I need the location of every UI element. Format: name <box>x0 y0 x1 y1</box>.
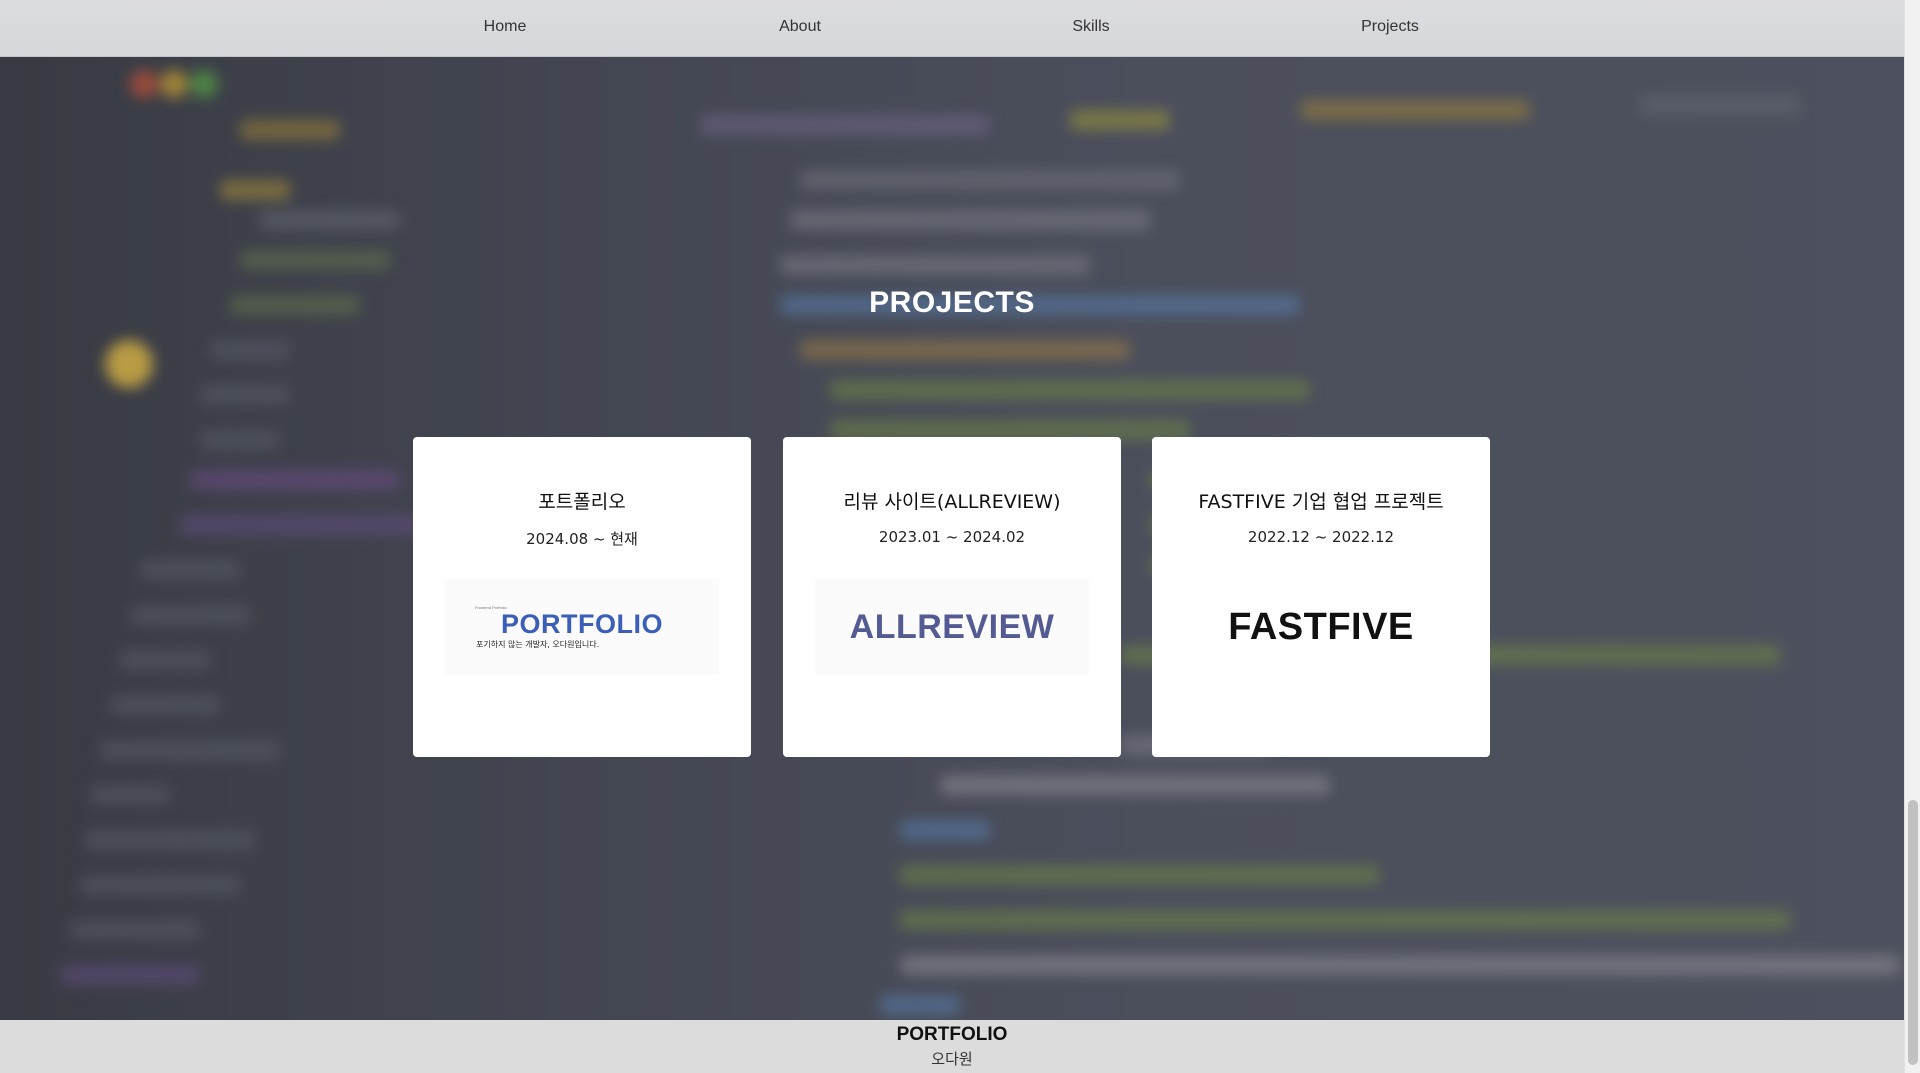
scrollbar-thumb[interactable] <box>1908 800 1918 1065</box>
allreview-logo: ALLREVIEW <box>815 579 1089 675</box>
fastfive-logo: FASTFIVE <box>1184 579 1458 675</box>
projects-section-title: PROJECTS <box>869 286 1035 319</box>
top-navigation: Home About Skills Projects <box>0 0 1904 57</box>
project-title: 포트폴리오 <box>538 491 626 513</box>
project-card-allreview[interactable]: 리뷰 사이트(ALLREVIEW) 2023.01 ~ 2024.02 ALLR… <box>783 437 1121 757</box>
portfolio-logo: Frontend Portfolio PORTFOLIO 포기하지 않는 개발자… <box>445 579 719 675</box>
project-date: 2022.12 ~ 2022.12 <box>1247 528 1395 546</box>
footer: PORTFOLIO 오다원 <box>0 1020 1904 1073</box>
portfolio-logo-subtitle: 포기하지 않는 개발자, 오다원입니다. <box>476 639 600 649</box>
footer-author-name: 오다원 <box>931 1050 973 1068</box>
nav-home[interactable]: Home <box>484 18 527 36</box>
project-date: 2023.01 ~ 2024.02 <box>878 528 1026 546</box>
fastfive-logo-text: FASTFIVE <box>1228 605 1414 648</box>
project-date: 2024.08 ~ 현재 <box>526 530 638 548</box>
nav-about[interactable]: About <box>779 18 821 36</box>
project-card-fastfive[interactable]: FASTFIVE 기업 협업 프로젝트 2022.12 ~ 2022.12 FA… <box>1152 437 1490 757</box>
project-title: FASTFIVE 기업 협업 프로젝트 <box>1198 491 1444 513</box>
footer-title: PORTFOLIO <box>896 1024 1008 1045</box>
allreview-logo-text: ALLREVIEW <box>849 607 1055 646</box>
portfolio-logo-text: PORTFOLIO <box>501 608 663 639</box>
project-card-portfolio[interactable]: 포트폴리오 2024.08 ~ 현재 Frontend Portfolio PO… <box>413 437 751 757</box>
page-scrollbar[interactable] <box>1904 0 1920 1073</box>
nav-projects[interactable]: Projects <box>1361 18 1419 36</box>
nav-skills[interactable]: Skills <box>1072 18 1109 36</box>
project-title: 리뷰 사이트(ALLREVIEW) <box>843 491 1061 513</box>
